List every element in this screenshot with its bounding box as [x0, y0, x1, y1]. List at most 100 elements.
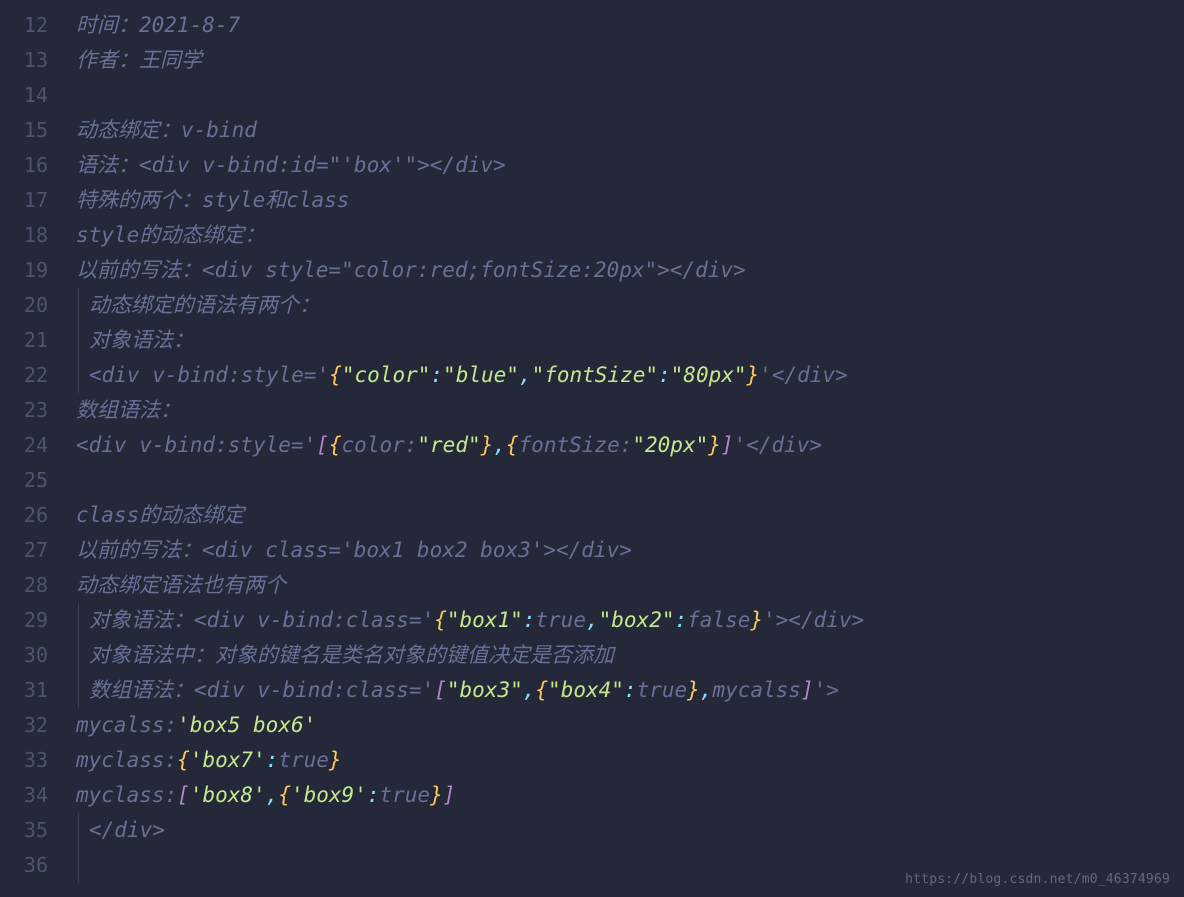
line-number: 23	[0, 393, 60, 428]
code-token: "20px"	[632, 433, 708, 457]
code-area[interactable]: 时间：2021-8-7 作者：王同学动态绑定：v-bind 语法：<div v-bi…	[60, 0, 1184, 897]
line-number: 32	[0, 708, 60, 743]
line-number: 34	[0, 778, 60, 813]
code-token: :	[624, 678, 637, 702]
code-token: 'box8'	[190, 783, 266, 807]
code-token: '</div>	[734, 433, 823, 457]
code-token: ,	[700, 678, 713, 702]
code-line[interactable]: </div>	[76, 813, 1184, 848]
code-line[interactable]: 语法：<div v-bind:id="'box'"></div>	[76, 148, 1184, 183]
code-token: [	[177, 783, 190, 807]
code-token: {	[434, 608, 447, 632]
code-token: myclass:	[76, 748, 177, 772]
code-token: '</div>	[759, 363, 848, 387]
code-line[interactable]: 对象语法中：对象的键名是类名对象的键值决定是否添加	[76, 638, 1184, 673]
code-token: ,	[493, 433, 506, 457]
line-number: 36	[0, 848, 60, 883]
line-number: 28	[0, 568, 60, 603]
line-number: 12	[0, 8, 60, 43]
code-token: 以前的写法：<div style="color:red;fontSize:20p…	[76, 258, 746, 282]
code-token: 时间：2021-8-7	[76, 13, 240, 37]
code-token: 动态绑定的语法有两个：	[89, 293, 320, 317]
code-line[interactable]: 对象语法：	[76, 323, 1184, 358]
code-token: {	[506, 433, 519, 457]
line-number: 35	[0, 813, 60, 848]
line-number: 13	[0, 43, 60, 78]
line-number: 16	[0, 148, 60, 183]
code-line[interactable]: 作者：王同学	[76, 43, 1184, 78]
indent-guide	[78, 848, 89, 883]
code-token: "box4"	[548, 678, 624, 702]
code-token: "fontSize"	[532, 363, 658, 387]
code-token: :	[367, 783, 380, 807]
code-token: mycalss	[712, 678, 801, 702]
line-number: 24	[0, 428, 60, 463]
indent-guide: </div>	[78, 813, 165, 848]
line-number: 21	[0, 323, 60, 358]
code-token: myclass:	[76, 783, 177, 807]
code-token: ,	[266, 783, 279, 807]
code-line[interactable]: style的动态绑定：	[76, 218, 1184, 253]
code-token: '>	[814, 678, 839, 702]
code-line[interactable]: myclass:['box8',{'box9':true}]	[76, 778, 1184, 813]
code-token: }	[481, 433, 494, 457]
code-line[interactable]: class的动态绑定	[76, 498, 1184, 533]
line-number: 20	[0, 288, 60, 323]
code-line[interactable]: 对象语法：<div v-bind:class='{"box1":true,"bo…	[76, 603, 1184, 638]
code-token: 'box5 box6'	[177, 713, 316, 737]
code-line[interactable]: 数组语法：<div v-bind:class='["box3",{"box4":…	[76, 673, 1184, 708]
code-token: color:	[342, 433, 418, 457]
watermark-text: https://blog.csdn.net/m0_46374969	[905, 872, 1170, 887]
code-token: ]	[443, 783, 456, 807]
code-token: fontSize:	[519, 433, 633, 457]
code-line[interactable]: myclass:{'box7':true}	[76, 743, 1184, 778]
code-token: ,	[586, 608, 599, 632]
code-token: }	[329, 748, 342, 772]
code-line[interactable]	[76, 463, 1184, 498]
code-line[interactable]: 动态绑定：v-bind	[76, 113, 1184, 148]
code-token: 'box9'	[291, 783, 367, 807]
code-token: 以前的写法：<div class='box1 box2 box3'></div>	[76, 538, 632, 562]
code-token: :	[266, 748, 279, 772]
code-token: 作者：王同学	[76, 48, 202, 72]
code-token: 数组语法：<div v-bind:class='	[89, 678, 434, 702]
code-token: {	[278, 783, 291, 807]
code-line[interactable]: 以前的写法：<div style="color:red;fontSize:20p…	[76, 253, 1184, 288]
indent-guide: <div v-bind:style='{"color":"blue","font…	[78, 358, 848, 393]
code-token: }	[747, 363, 760, 387]
code-token: 数组语法：	[76, 398, 181, 422]
code-token: <div v-bind:style='	[76, 433, 316, 457]
code-line[interactable]: mycalss:'box5 box6'	[76, 708, 1184, 743]
code-token: {	[329, 363, 342, 387]
code-token: </div>	[89, 818, 165, 842]
code-line[interactable]	[76, 78, 1184, 113]
code-token: '></div>	[763, 608, 864, 632]
line-number: 30	[0, 638, 60, 673]
code-line[interactable]: 动态绑定语法也有两个	[76, 568, 1184, 603]
code-token: 语法：<div v-bind:id="'box'"></div>	[76, 153, 506, 177]
indent-guide: 对象语法：<div v-bind:class='{"box1":true,"bo…	[78, 603, 864, 638]
line-number-gutter: 1213141516171819202122232425262728293031…	[0, 0, 60, 897]
code-token: :	[658, 363, 671, 387]
code-editor[interactable]: 1213141516171819202122232425262728293031…	[0, 0, 1184, 897]
code-line[interactable]: <div v-bind:style='[{color:"red"},{fontS…	[76, 428, 1184, 463]
code-token: class的动态绑定	[76, 503, 244, 527]
code-line[interactable]: 以前的写法：<div class='box1 box2 box3'></div>	[76, 533, 1184, 568]
code-token: [	[316, 433, 329, 457]
code-line[interactable]: 特殊的两个：style和class	[76, 183, 1184, 218]
code-line[interactable]: 时间：2021-8-7	[76, 8, 1184, 43]
code-token: }	[687, 678, 700, 702]
code-token: 特殊的两个：style和class	[76, 188, 349, 212]
code-line[interactable]: <div v-bind:style='{"color":"blue","font…	[76, 358, 1184, 393]
code-line[interactable]: 动态绑定的语法有两个：	[76, 288, 1184, 323]
line-number: 25	[0, 463, 60, 498]
code-token: "blue"	[443, 363, 519, 387]
code-line[interactable]: 数组语法：	[76, 393, 1184, 428]
line-number: 31	[0, 673, 60, 708]
indent-guide: 对象语法：	[78, 323, 194, 358]
code-token: 'box7'	[190, 748, 266, 772]
code-token: "box3"	[447, 678, 523, 702]
code-token: true	[380, 783, 431, 807]
code-token: style的动态绑定：	[76, 223, 265, 247]
line-number: 22	[0, 358, 60, 393]
